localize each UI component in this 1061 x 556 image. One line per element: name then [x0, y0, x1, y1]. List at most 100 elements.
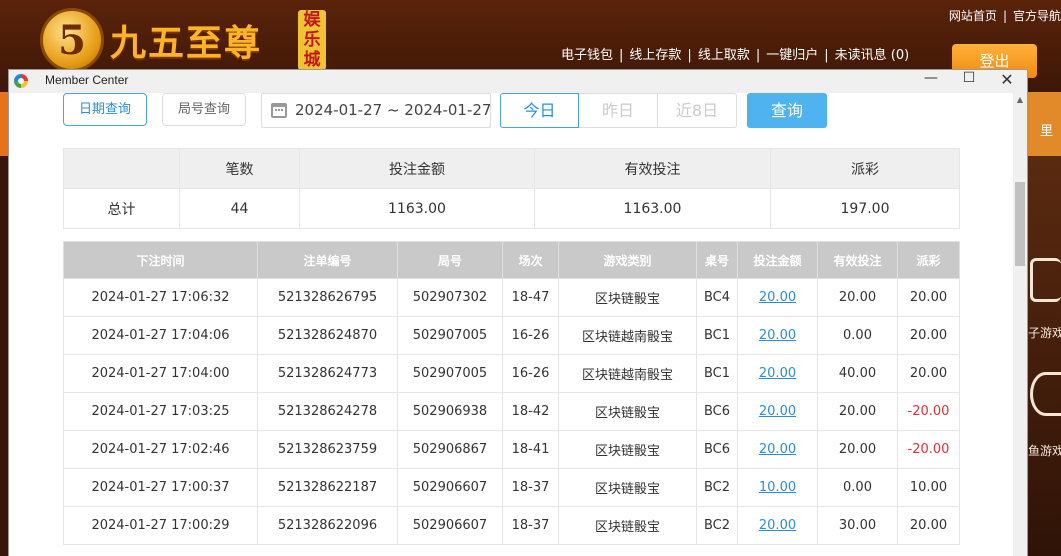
- maximize-icon[interactable]: ☐: [950, 70, 988, 93]
- table-row: 2024-01-27 17:00:37 521328622187 5029066…: [63, 468, 960, 507]
- game-type: 区块链越南骰宝: [558, 354, 697, 393]
- bet-amount-link[interactable]: 20.00: [737, 392, 818, 431]
- bet-amount-link[interactable]: 20.00: [737, 430, 818, 469]
- bet-id: 521328622187: [257, 468, 398, 507]
- summary-total-count: 44: [179, 188, 300, 229]
- round-id: 502906938: [397, 392, 503, 431]
- summary-header-cell: [63, 148, 180, 189]
- summary-total-payout: 197.00: [770, 188, 960, 229]
- bet-id: 521328624278: [257, 392, 398, 431]
- logo-sub: 娱乐城: [298, 10, 326, 70]
- bet-records-table: 下注时间 注单编号 局号 场次 游戏类别 桌号 投注金额 有效投注 派彩 202…: [63, 241, 960, 545]
- member-center-window: Member Center — ☐ ✕ 日期查询 局号查询 2024-01-27…: [8, 69, 1028, 556]
- summary-header-payout: 派彩: [770, 148, 960, 189]
- bet-id: 521328622096: [257, 506, 398, 545]
- bet-time: 2024-01-27 17:00:29: [63, 506, 258, 545]
- valid-bet: 40.00: [817, 354, 898, 393]
- session: 18-47: [502, 278, 559, 317]
- bet-id: 521328624870: [257, 316, 398, 355]
- bet-time: 2024-01-27 17:03:25: [63, 392, 258, 431]
- vertical-scrollbar[interactable]: ▲: [1013, 93, 1027, 556]
- header-bet-time: 下注时间: [63, 241, 258, 279]
- header-bet-amount: 投注金额: [737, 241, 818, 279]
- bet-amount-link[interactable]: 20.00: [737, 278, 818, 317]
- link-home[interactable]: 网站首页: [949, 9, 997, 23]
- table-row: 2024-01-27 17:00:29 521328622096 5029066…: [63, 506, 960, 545]
- logo-badge-icon: 5: [40, 8, 104, 72]
- game-type: 区块链骰宝: [558, 506, 697, 545]
- bet-time: 2024-01-27 17:04:00: [63, 354, 258, 393]
- query-button[interactable]: 查询: [747, 93, 827, 128]
- minimize-icon[interactable]: —: [912, 70, 950, 93]
- header-valid-bet: 有效投注: [817, 241, 898, 279]
- summary-total-bet-amount: 1163.00: [299, 188, 535, 229]
- summary-header-row: 笔数 投注金额 有效投注 派彩: [63, 148, 960, 189]
- table-id: BC6: [696, 392, 738, 431]
- valid-bet: 30.00: [817, 506, 898, 545]
- slot-game-label: 电子游戏: [1028, 326, 1061, 340]
- round-id: 502907302: [397, 278, 503, 317]
- quick-today-button[interactable]: 今日: [500, 93, 579, 128]
- nav-withdraw[interactable]: 线上取款: [698, 48, 750, 63]
- link-official-nav[interactable]: 官方导航: [1013, 9, 1061, 23]
- table-id: BC2: [696, 468, 738, 507]
- bet-amount-link[interactable]: 20.00: [737, 506, 818, 545]
- account-nav: 电子钱包 | 线上存款 | 线上取款 | 一键归户 | 未读讯息 (0): [561, 48, 910, 63]
- window-titlebar[interactable]: Member Center — ☐ ✕: [9, 70, 1027, 93]
- quick-yesterday-button[interactable]: 昨日: [579, 93, 658, 128]
- session: 18-37: [502, 506, 559, 545]
- scroll-thumb[interactable]: [1015, 182, 1025, 266]
- fishing-game-icon[interactable]: [1030, 372, 1061, 416]
- site-side-text: 里: [1040, 124, 1054, 139]
- round-id: 502906867: [397, 430, 503, 469]
- nav-unread-messages[interactable]: 未读讯息 (0): [835, 48, 910, 63]
- quick-last-8-days-button[interactable]: 近8日: [658, 93, 737, 128]
- game-type: 区块链骰宝: [558, 468, 697, 507]
- nav-deposit[interactable]: 线上存款: [629, 48, 681, 63]
- bet-header-row: 下注时间 注单编号 局号 场次 游戏类别 桌号 投注金额 有效投注 派彩: [63, 241, 960, 279]
- session: 16-26: [502, 354, 559, 393]
- header-session: 场次: [502, 241, 559, 279]
- table-id: BC1: [696, 316, 738, 355]
- tab-date-query[interactable]: 日期查询: [63, 93, 147, 126]
- bet-amount-link[interactable]: 20.00: [737, 316, 818, 355]
- tab-round-query[interactable]: 局号查询: [162, 93, 246, 126]
- bet-time: 2024-01-27 17:00:37: [63, 468, 258, 507]
- round-id: 502907005: [397, 316, 503, 355]
- slot-game-icon[interactable]: [1030, 258, 1061, 302]
- nav-consolidate[interactable]: 一键归户: [766, 48, 818, 63]
- bet-time: 2024-01-27 17:06:32: [63, 278, 258, 317]
- table-row: 2024-01-27 17:06:32 521328626795 5029073…: [63, 278, 960, 317]
- date-range-value: 2024-01-27 ~ 2024-01-27: [295, 101, 491, 119]
- close-icon[interactable]: ✕: [988, 70, 1026, 93]
- payout: 10.00: [897, 468, 960, 507]
- bet-rows: 2024-01-27 17:06:32 521328626795 5029073…: [63, 278, 960, 545]
- summary-header-valid-bet: 有效投注: [534, 148, 771, 189]
- date-range-input[interactable]: 2024-01-27 ~ 2024-01-27: [261, 93, 491, 128]
- scroll-up-arrow-icon[interactable]: ▲: [1013, 95, 1027, 105]
- valid-bet: 20.00: [817, 430, 898, 469]
- window-title: Member Center: [45, 73, 129, 87]
- bet-time: 2024-01-27 17:04:06: [63, 316, 258, 355]
- payout: 20.00: [897, 506, 960, 545]
- summary-total-label: 总计: [63, 188, 180, 229]
- bet-time: 2024-01-27 17:02:46: [63, 430, 258, 469]
- header-table-id: 桌号: [696, 241, 738, 279]
- round-id: 502906607: [397, 506, 503, 545]
- summary-header-count: 笔数: [179, 148, 300, 189]
- game-type: 区块链骰宝: [558, 430, 697, 469]
- logo-text: 九五至尊: [110, 22, 263, 64]
- bet-id: 521328624773: [257, 354, 398, 393]
- bet-amount-link[interactable]: 20.00: [737, 354, 818, 393]
- round-id: 502906607: [397, 468, 503, 507]
- summary-total-valid-bet: 1163.00: [534, 188, 771, 229]
- summary-header-bet-amount: 投注金额: [299, 148, 535, 189]
- table-row: 2024-01-27 17:04:06 521328624870 5029070…: [63, 316, 960, 355]
- nav-wallet[interactable]: 电子钱包: [561, 48, 613, 63]
- bet-amount-link[interactable]: 10.00: [737, 468, 818, 507]
- bet-id: 521328626795: [257, 278, 398, 317]
- valid-bet: 0.00: [817, 316, 898, 355]
- payout: 20.00: [897, 354, 960, 393]
- member-center-content: 日期查询 局号查询 2024-01-27 ~ 2024-01-27 今日 昨日 …: [9, 93, 1013, 556]
- table-id: BC4: [696, 278, 738, 317]
